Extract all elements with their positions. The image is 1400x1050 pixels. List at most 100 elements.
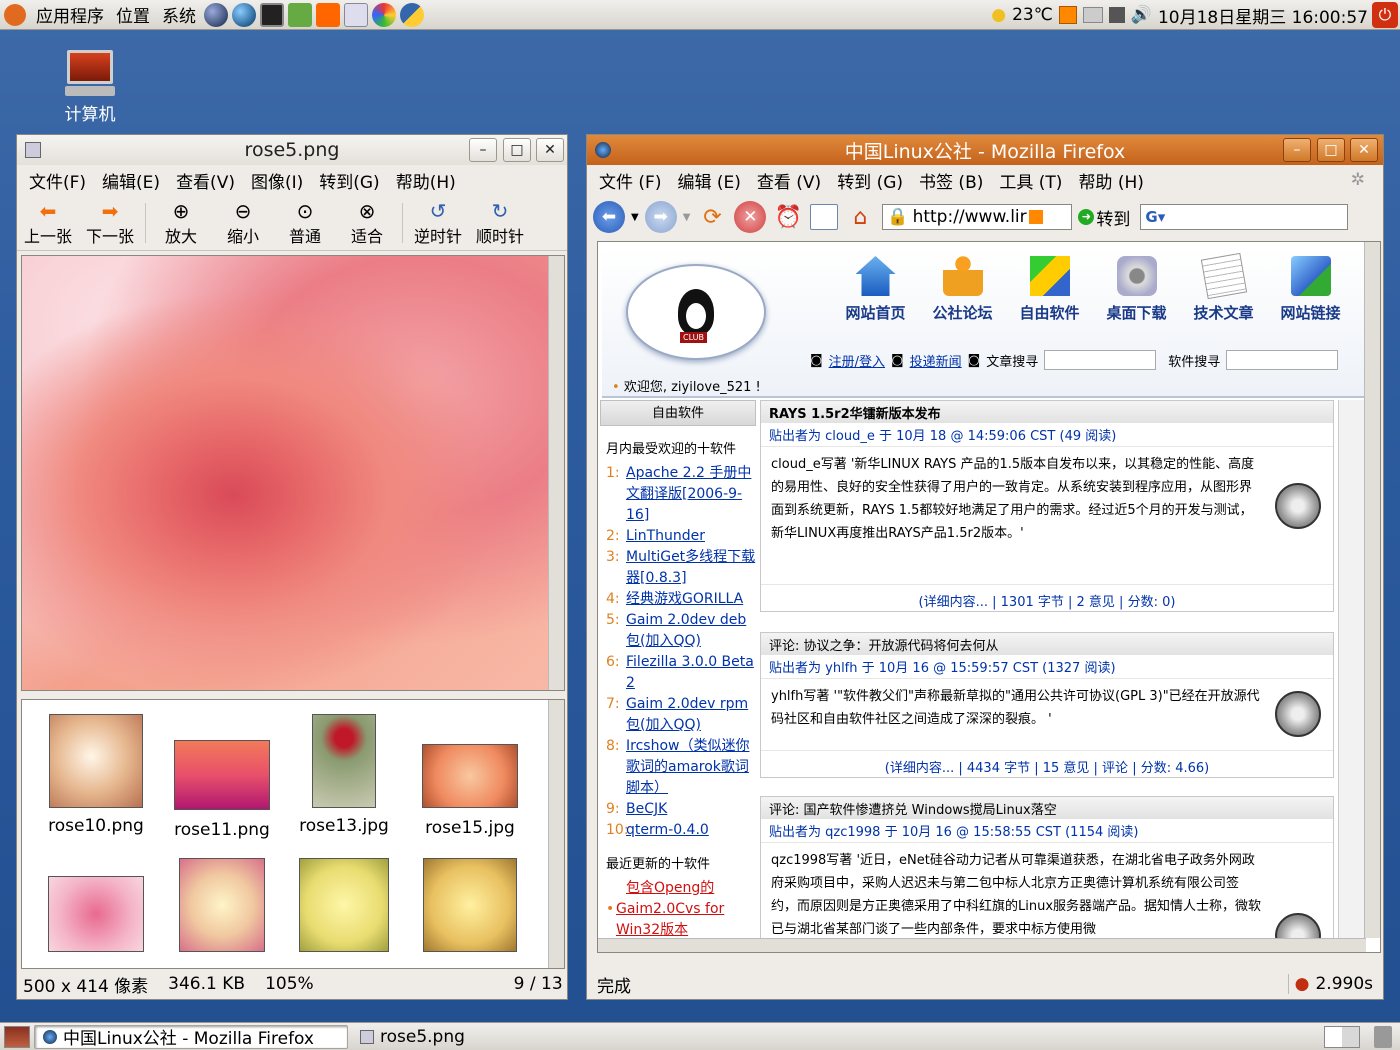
thumbnail-rose-cream[interactable] [162,858,282,952]
rotate-right-button[interactable]: ↻ 顺时针 [469,199,531,247]
article-meta[interactable]: 贴出者为 qzc1998 于 10月 16 @ 15:58:55 CST (11… [761,819,1333,842]
article-footer[interactable]: (详细内容... | 1301 字节 | 2 意见 | 分数: 0) [761,584,1333,616]
nav-articles[interactable]: 技术文章 [1180,252,1267,323]
menu-view[interactable]: 查看(V) [168,168,243,193]
taskbar-image-viewer[interactable]: rose5.png [352,1025,473,1049]
menu-image[interactable]: 图像(I) [243,168,311,193]
minimize-button[interactable]: – [1283,138,1311,162]
thumbnail-rose-gold[interactable] [410,858,530,952]
browser-launcher-icon[interactable] [204,2,228,27]
forward-button[interactable]: ➡ [644,201,677,233]
alarm-clock-icon[interactable]: ⏰ [772,201,804,233]
menu-go[interactable]: 转到 (G) [829,168,911,193]
network-icon[interactable] [1108,7,1125,23]
menu-file[interactable]: 文件 (F) [591,168,669,193]
maximize-button[interactable]: □ [1317,138,1345,162]
previous-button[interactable]: ⬅ 上一张 [17,199,79,247]
close-button[interactable]: ✕ [536,138,564,162]
menu-help[interactable]: 帮助 (H) [1070,168,1151,193]
thumbnail-rose10[interactable]: rose10.png [36,714,156,836]
image-scrollbar[interactable] [548,256,564,690]
back-dropdown-icon[interactable]: ▼ [631,212,639,223]
menu-places[interactable]: 位置 [110,2,156,27]
stop-button[interactable]: ✕ [734,201,767,233]
image-viewer-titlebar[interactable]: rose5.png – □ ✕ [17,135,567,165]
menu-applications[interactable]: 应用程序 [30,2,110,27]
next-button[interactable]: ➡ 下一张 [79,199,141,247]
software-link[interactable]: Filezilla 3.0.0 Beta 2 [626,652,756,694]
menu-file[interactable]: 文件(F) [21,168,94,193]
nav-links[interactable]: 网站链接 [1267,256,1354,323]
mplayer-launcher-icon[interactable] [344,2,368,27]
globe-launcher-icon[interactable] [232,2,256,27]
software-link[interactable]: BeCJK [626,799,667,820]
firefox-titlebar[interactable]: 中国Linux公社 - Mozilla Firefox – □ ✕ [587,135,1383,165]
menu-system[interactable]: 系统 [156,2,202,27]
thumbnail-scrollbar[interactable] [548,700,564,968]
software-link[interactable]: Apache 2.2 手册中文翻译版[2006-9-16] [626,463,756,526]
article-footer[interactable]: (详细内容... | 4434 字节 | 15 意见 | 评论 | 分数: 4.… [761,750,1333,782]
submit-news-link[interactable]: 投递新闻 [910,351,962,370]
menu-view[interactable]: 查看 (V) [749,168,829,193]
new-window-icon[interactable] [810,204,839,230]
linux-fans-club-logo[interactable]: CLUB [626,264,766,360]
image-display[interactable] [21,255,565,691]
recent-link[interactable]: Gaim2.0Cvs for Win32版本 [616,899,736,941]
software-link[interactable]: LinThunder [626,526,705,547]
nav-software[interactable]: 自由软件 [1006,256,1093,323]
zoom-in-button[interactable]: ⊕ 放大 [150,199,212,247]
go-button[interactable]: ➜ 转到 [1078,205,1130,230]
clock[interactable]: 10月18日星期三 16:00:57 [1158,3,1368,28]
thumbnail-rose15[interactable]: rose15.jpg [410,744,530,838]
thumbnail-rose-pink[interactable] [36,876,156,952]
maximize-button[interactable]: □ [503,138,531,162]
thumbnail-rose-yellow[interactable] [284,858,404,952]
zoom-fit-button[interactable]: ⊗ 适合 [336,199,398,247]
minimize-button[interactable]: – [469,138,497,162]
trash-icon[interactable] [1374,1025,1392,1048]
software-search-input[interactable] [1226,350,1339,370]
google-search-icon[interactable]: G▾ [1145,208,1165,226]
menu-help[interactable]: 帮助(H) [388,168,464,193]
software-link[interactable]: MultiGet多线程下载器[0.8.3] [626,547,756,589]
book-launcher-icon[interactable] [288,2,312,27]
zoom-out-button[interactable]: ⊖ 缩小 [212,199,274,247]
zoom-normal-button[interactable]: ⊙ 普通 [274,199,336,247]
thumbnail-rose13[interactable]: rose13.jpg [284,714,404,836]
software-link[interactable]: Gaim 2.0dev deb包(加入QQ) [626,610,756,652]
software-link[interactable]: Ircshow（类似迷你歌词的amarok歌词脚本） [626,736,756,799]
app-s-launcher-icon[interactable] [316,2,340,27]
recent-link[interactable]: 包含Openg的 [626,878,714,899]
update-icon[interactable] [1058,6,1077,24]
software-link[interactable]: Gaim 2.0dev rpm包(加入QQ) [626,694,756,736]
weather-temp[interactable]: 23℃ [1012,5,1053,25]
taskbar-firefox[interactable]: 中国Linux公社 - Mozilla Firefox [34,1024,348,1049]
software-link[interactable]: 经典游戏GORILLA [626,589,743,610]
rss-icon[interactable] [1028,210,1043,224]
nav-desktop-download[interactable]: 桌面下载 [1093,256,1180,323]
ubuntu-logo-icon[interactable] [4,3,26,26]
menu-edit[interactable]: 编辑(E) [94,168,168,193]
menu-go[interactable]: 转到(G) [311,168,387,193]
desktop-computer-icon[interactable]: 计算机 [52,50,128,125]
search-box[interactable]: G▾ [1140,204,1349,230]
menu-edit[interactable]: 编辑 (E) [669,168,748,193]
back-button[interactable]: ⬅ [593,201,625,233]
url-bar[interactable]: 🔒 http://www.lir [882,204,1073,230]
rotate-left-button[interactable]: ↺ 逆时针 [407,199,469,247]
printer-icon[interactable] [1082,7,1103,23]
article-meta[interactable]: 贴出者为 cloud_e 于 10月 18 @ 14:59:06 CST (49… [761,423,1333,446]
close-button[interactable]: ✕ [1350,138,1378,162]
workspace-switcher[interactable] [1324,1025,1360,1048]
menu-bookmarks[interactable]: 书签 (B) [911,168,991,193]
software-link[interactable]: qterm-0.4.0 [626,820,709,841]
show-desktop-icon[interactable] [4,1025,30,1048]
picasa-launcher-icon[interactable] [372,2,396,27]
nav-home[interactable]: 网站首页 [832,256,919,323]
horizontal-scrollbar[interactable] [598,938,1366,952]
register-login-link[interactable]: 注册/登入 [829,351,885,370]
article-meta[interactable]: 贴出者为 yhlfh 于 10月 16 @ 15:59:57 CST (1327… [761,655,1333,678]
article-search-input[interactable] [1044,350,1157,370]
page-scrollbar[interactable] [1364,242,1380,938]
power-icon[interactable]: ⏻ [1372,2,1398,28]
